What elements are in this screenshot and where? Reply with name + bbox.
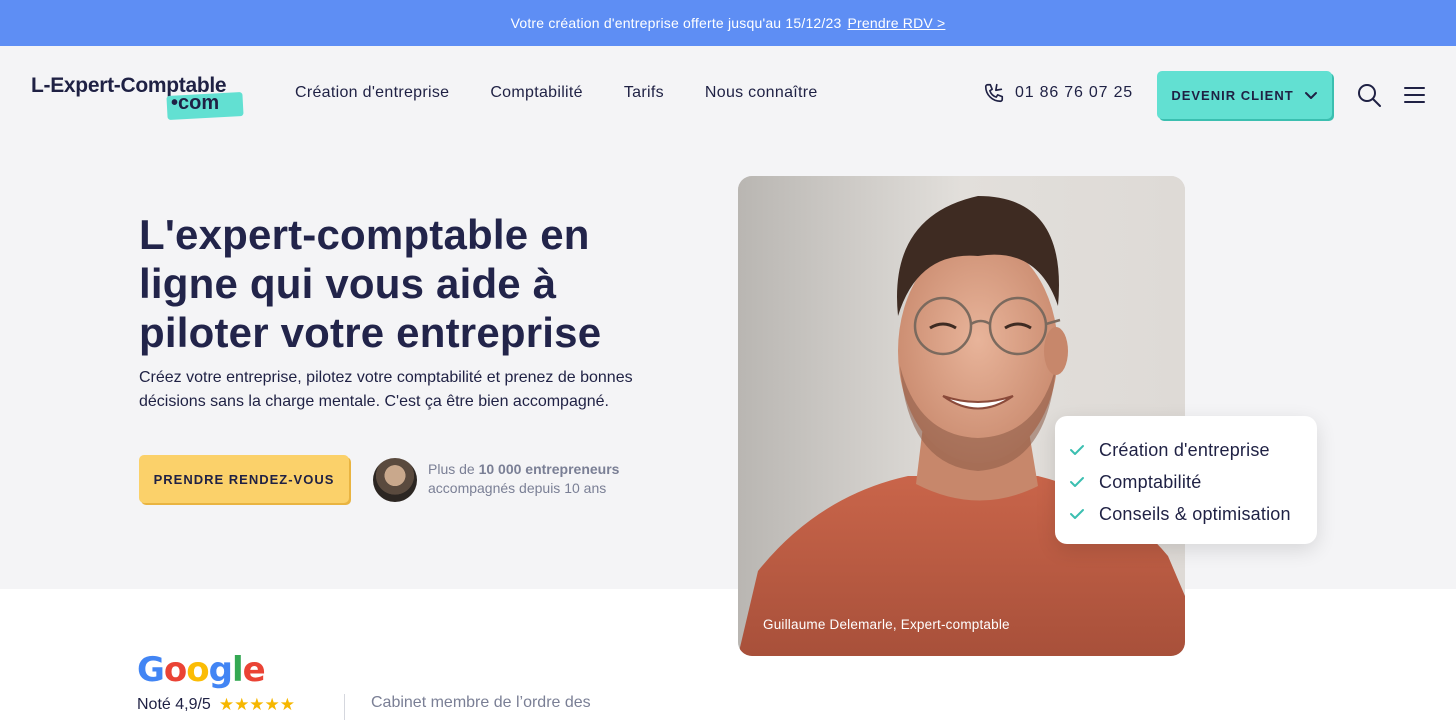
check-icon (1070, 509, 1084, 519)
google-logo: Google (137, 650, 266, 690)
promo-rdv-link[interactable]: Prendre RDV > (847, 15, 945, 31)
nav-item-comptabilite[interactable]: Comptabilité (490, 84, 583, 102)
check-icon (1070, 445, 1084, 455)
search-icon[interactable] (1356, 82, 1382, 108)
hero-title: L'expert-comptable en ligne qui vous aid… (139, 211, 602, 356)
promo-banner: Votre création d'entreprise offerte jusq… (0, 0, 1456, 46)
nav-item-tarifs[interactable]: Tarifs (624, 84, 664, 102)
nav-item-nous-connaitre[interactable]: Nous connaître (705, 84, 818, 102)
site-logo[interactable]: L-Expert-Comptable •com (31, 74, 246, 122)
trust-count: 10 000 entrepreneurs (478, 461, 620, 477)
hamburger-menu-icon[interactable] (1402, 83, 1426, 107)
site-header: L-Expert-Comptable •com Création d'entre… (0, 46, 1456, 142)
phone-icon (984, 83, 1004, 103)
feature-label: Comptabilité (1099, 471, 1202, 492)
avatar (373, 458, 417, 502)
google-rating: Noté 4,9/5 ★★★★★ (137, 695, 295, 715)
main-nav: Création d'entreprise Comptabilité Tarif… (295, 84, 818, 102)
photo-caption: Guillaume Delemarle, Expert-comptable (763, 617, 1010, 632)
divider (344, 694, 345, 720)
feature-label: Création d'entreprise (1099, 439, 1270, 460)
devenir-client-button[interactable]: DEVENIR CLIENT (1157, 71, 1332, 119)
feature-label: Conseils & optimisation (1099, 503, 1291, 524)
nav-item-creation[interactable]: Création d'entreprise (295, 84, 449, 102)
feature-item: Création d'entreprise (1069, 434, 1317, 466)
check-icon (1070, 477, 1084, 487)
phone-number: 01 86 76 07 25 (1015, 84, 1133, 101)
feature-item: Conseils & optimisation (1069, 498, 1317, 530)
features-card: Création d'entreprise Comptabilité Conse… (1055, 416, 1317, 544)
devenir-client-label: DEVENIR CLIENT (1171, 87, 1294, 103)
chevron-down-icon (1304, 92, 1317, 99)
logo-suffix: •com (171, 92, 220, 114)
rating-text: Noté 4,9/5 (137, 696, 211, 713)
trust-line2: accompagnés depuis 10 ans (428, 480, 607, 496)
promo-text: Votre création d'entreprise offerte jusq… (510, 15, 842, 31)
trust-prefix: Plus de (428, 461, 479, 477)
feature-item: Comptabilité (1069, 466, 1317, 498)
hero-subtitle: Créez votre entreprise, pilotez votre co… (139, 369, 633, 410)
ordre-membership-text: Cabinet membre de l’ordre des (371, 694, 591, 711)
phone-link[interactable]: 01 86 76 07 25 (983, 82, 1133, 104)
rating-stars: ★★★★★ (218, 695, 296, 714)
prendre-rendez-vous-button[interactable]: PRENDRE RENDEZ-VOUS (139, 455, 349, 503)
trust-statement: Plus de 10 000 entrepreneurs accompagnés… (428, 460, 619, 498)
